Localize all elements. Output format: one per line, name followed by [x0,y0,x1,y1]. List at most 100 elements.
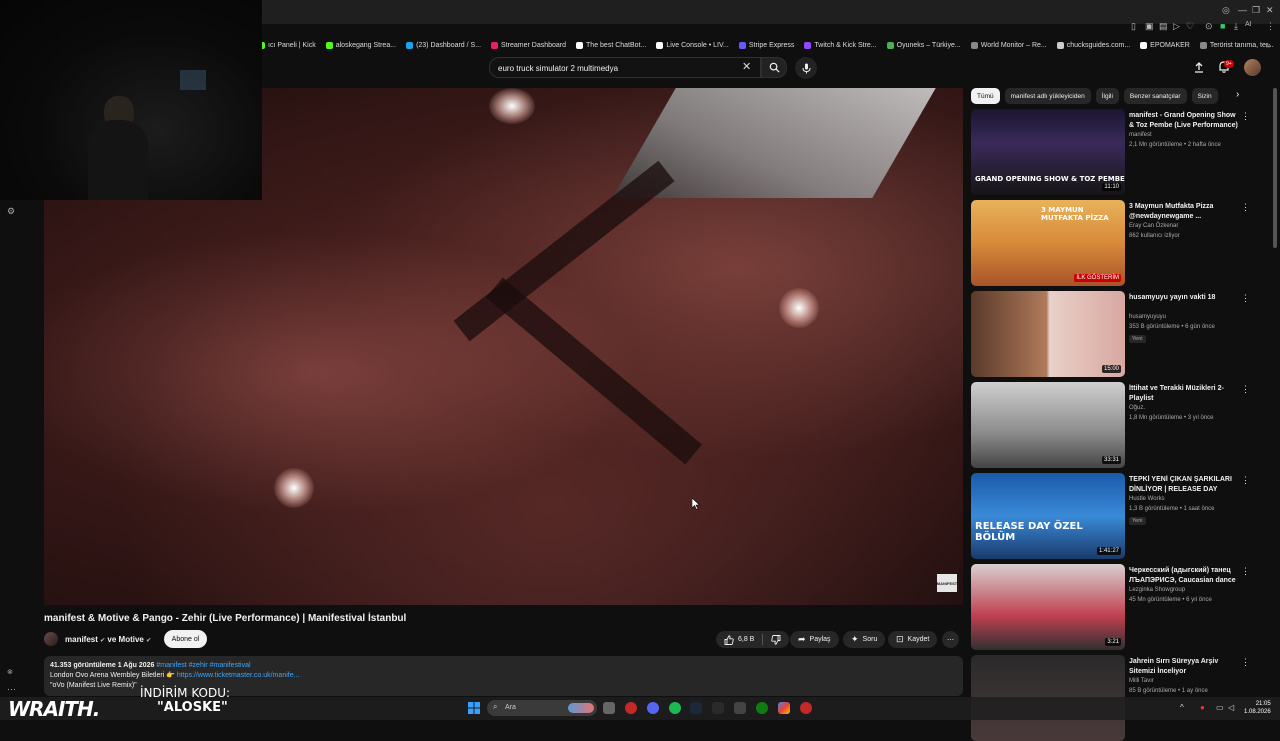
account-avatar[interactable] [1244,59,1261,76]
more-options-icon[interactable]: ⋮ [1241,657,1250,668]
bookmark-item[interactable]: ıcı Paneli | Kick [258,41,316,49]
extension-icon[interactable]: ▯ [1131,21,1136,32]
scrollbar[interactable] [1273,88,1277,248]
bookmark-item[interactable]: Live Console • LIV... [656,41,729,49]
recommended-video[interactable]: RELEASE DAY ÖZEL BÖLÜM 1:41:27 TEPKİ YENİ … [971,473,1255,559]
share-button[interactable]: ➦ Paylaş [790,631,839,648]
save-button[interactable]: ⊡ Kaydet [888,631,938,648]
recommended-video[interactable]: GRAND OPENING SHOW & TOZ PEMBE 11:10 manif… [971,109,1255,195]
extension-icon[interactable]: ⊙ [1205,21,1213,32]
recommended-video-title[interactable]: husamyuyu yayın vakti 18 [1129,293,1239,303]
steam-icon[interactable] [690,702,702,714]
more-options-icon[interactable]: ⋮ [1241,566,1250,577]
minimize-icon[interactable]: — [1238,5,1247,15]
app-icon[interactable] [734,702,746,714]
collab-channel-name[interactable]: ve Motive [107,635,143,644]
mic-tray-icon[interactable]: ● [1200,703,1205,712]
filter-chip[interactable]: Sizin [1191,88,1218,104]
recommended-video[interactable]: 15:00 husamyuyu yayın vakti 18 husamyuyuyu… [971,291,1255,377]
recommended-video[interactable]: 33:31 İttihat ve Terakki Müzikleri 2- Pla… [971,382,1255,468]
task-view-icon[interactable] [603,702,615,714]
bookmark-item[interactable]: The best ChatBot... [576,41,646,49]
favorite-icon[interactable]: ♡ [1186,21,1194,32]
left-panel-more-icon[interactable]: ⋯ [7,684,16,695]
more-options-icon[interactable]: ⋮ [1241,384,1250,395]
recommended-video-title[interactable]: 3 Maymun Mutfakta Pizza @newdaynewgame .… [1129,202,1239,221]
voice-search-button[interactable] [795,57,817,79]
close-window-icon[interactable]: ✕ [1266,5,1274,16]
ask-button[interactable]: ✦ Soru [843,631,886,648]
video-thumbnail[interactable]: RELEASE DAY ÖZEL BÖLÜM 1:41:27 [971,473,1125,559]
filter-chip[interactable]: Tümü [971,88,1000,104]
window-comments-icon[interactable]: ◎ [1222,5,1230,16]
recommended-video-title[interactable]: Черкесский (адыгский) танец ЛЪАПЭРИСЭ, C… [1129,566,1239,585]
search-button[interactable] [761,57,787,78]
left-panel-icon[interactable]: ⊗ [7,668,13,676]
epic-games-icon[interactable] [712,702,724,714]
chevron-right-icon[interactable]: › [1236,89,1239,100]
play-extension-icon[interactable]: ▷ [1173,21,1180,32]
recommended-video-title[interactable]: Jahrein Sırrı Süreyya Arşiv Sitemizi İnc… [1129,657,1239,676]
bookmarks-overflow-icon[interactable]: » [1266,40,1271,50]
settings-gear-icon[interactable]: ⚙ [7,206,15,217]
more-options-icon[interactable]: ⋮ [1241,111,1250,122]
like-button[interactable]: 6,8 B [724,634,754,645]
bookmark-item[interactable]: (23) Dashboard / S... [406,41,481,49]
extension-icon[interactable]: ■ [1220,21,1225,31]
more-actions-button[interactable]: ⋯ [942,631,959,648]
thumbs-down-icon[interactable] [771,634,781,645]
bookmark-item[interactable]: Streamer Dashboard [491,41,566,49]
bookmark-item[interactable]: Stripe Express [738,41,794,49]
browser-menu-icon[interactable]: ⋮ [1266,21,1275,32]
video-thumbnail[interactable]: 3 MAYMUN MUTFAKTA PİZZA İLK GÖSTERİM [971,200,1125,286]
video-thumbnail[interactable]: 3:21 [971,564,1125,650]
video-thumbnail[interactable]: GRAND OPENING SHOW & TOZ PEMBE 11:10 [971,109,1125,195]
more-options-icon[interactable]: ⋮ [1241,293,1250,304]
windows-start-icon[interactable] [468,702,480,714]
clear-search-icon[interactable]: ✕ [742,60,751,73]
channel-name-group[interactable]: manifest ✔ ve Motive ✔ [65,635,151,644]
bookmark-item[interactable]: World Monitor – Re... [970,41,1047,49]
recommended-video-title[interactable]: TEPKİ YENİ ÇIKAN ŞARKILARI DİNLİYOR | RE… [1129,475,1239,495]
extension-icon[interactable]: ▣ [1145,21,1154,32]
app-icon[interactable] [625,702,637,714]
bookmark-item[interactable]: chucksguides.com... [1056,41,1130,49]
filter-chip[interactable]: İlgili [1095,88,1119,104]
recommended-video[interactable]: 3 MAYMUN MUTFAKTA PİZZA İLK GÖSTERİM 3 May… [971,200,1255,286]
subscribe-button[interactable]: Abone ol [164,630,207,648]
channel-avatar[interactable] [44,632,58,646]
volume-icon[interactable]: ◁ [1228,703,1234,712]
download-icon[interactable]: ⤓ [1234,21,1238,32]
xbox-icon[interactable] [756,702,768,714]
recommended-video[interactable]: Jahrein Sırrı Süreyya Arşiv Sitemizi İnc… [971,655,1255,741]
filter-chip[interactable]: manifest adlı yükleyiciden [1004,88,1091,104]
more-options-icon[interactable]: ⋮ [1241,475,1250,486]
bookmark-item[interactable]: EPOMAKER [1140,41,1190,49]
recommended-video-title[interactable]: İttihat ve Terakki Müzikleri 2- Playlist [1129,384,1239,403]
description-link[interactable]: https://www.ticketmaster.co.uk/manife... [177,672,300,679]
bookmark-item[interactable]: aloskegang Strea... [325,41,396,49]
video-thumbnail[interactable]: 33:31 [971,382,1125,468]
spotify-icon[interactable] [669,702,681,714]
search-input[interactable]: euro truck simulator 2 multimedya [489,57,761,78]
bookmark-item[interactable]: Terörist tanıma, ter... [1199,41,1274,49]
maximize-icon[interactable]: ❐ [1252,5,1260,16]
bookmark-item[interactable]: Twitch & Kick Stre... [804,41,877,49]
app-icon[interactable] [778,702,790,714]
bookmark-item[interactable]: Oyuneks – Türkiye... [886,41,961,49]
ai-extension-label[interactable]: AI [1245,21,1252,28]
more-options-icon[interactable]: ⋮ [1241,202,1250,213]
channel-name[interactable]: manifest [65,635,98,644]
discord-icon[interactable] [647,702,659,714]
hashtags[interactable]: #manifest #zehir #manifestival [156,662,250,669]
extension-icon[interactable]: ▤ [1159,21,1168,32]
channel-watermark[interactable]: MANIFEST [937,574,957,592]
upload-icon[interactable] [1193,61,1205,73]
browser-app-icon[interactable] [800,702,812,714]
recommended-video-title[interactable]: manifest - Grand Opening Show & Toz Pemb… [1129,111,1239,131]
recommended-video[interactable]: 3:21 Черкесский (адыгский) танец ЛЪАПЭРИС… [971,564,1255,650]
tray-chevron-icon[interactable]: ^ [1180,703,1184,712]
taskbar-clock[interactable]: 21:05 1.08.2026 [1244,700,1271,716]
network-icon[interactable]: ▭ [1216,703,1224,712]
filter-chip[interactable]: Benzer sanatçılar [1123,88,1187,104]
